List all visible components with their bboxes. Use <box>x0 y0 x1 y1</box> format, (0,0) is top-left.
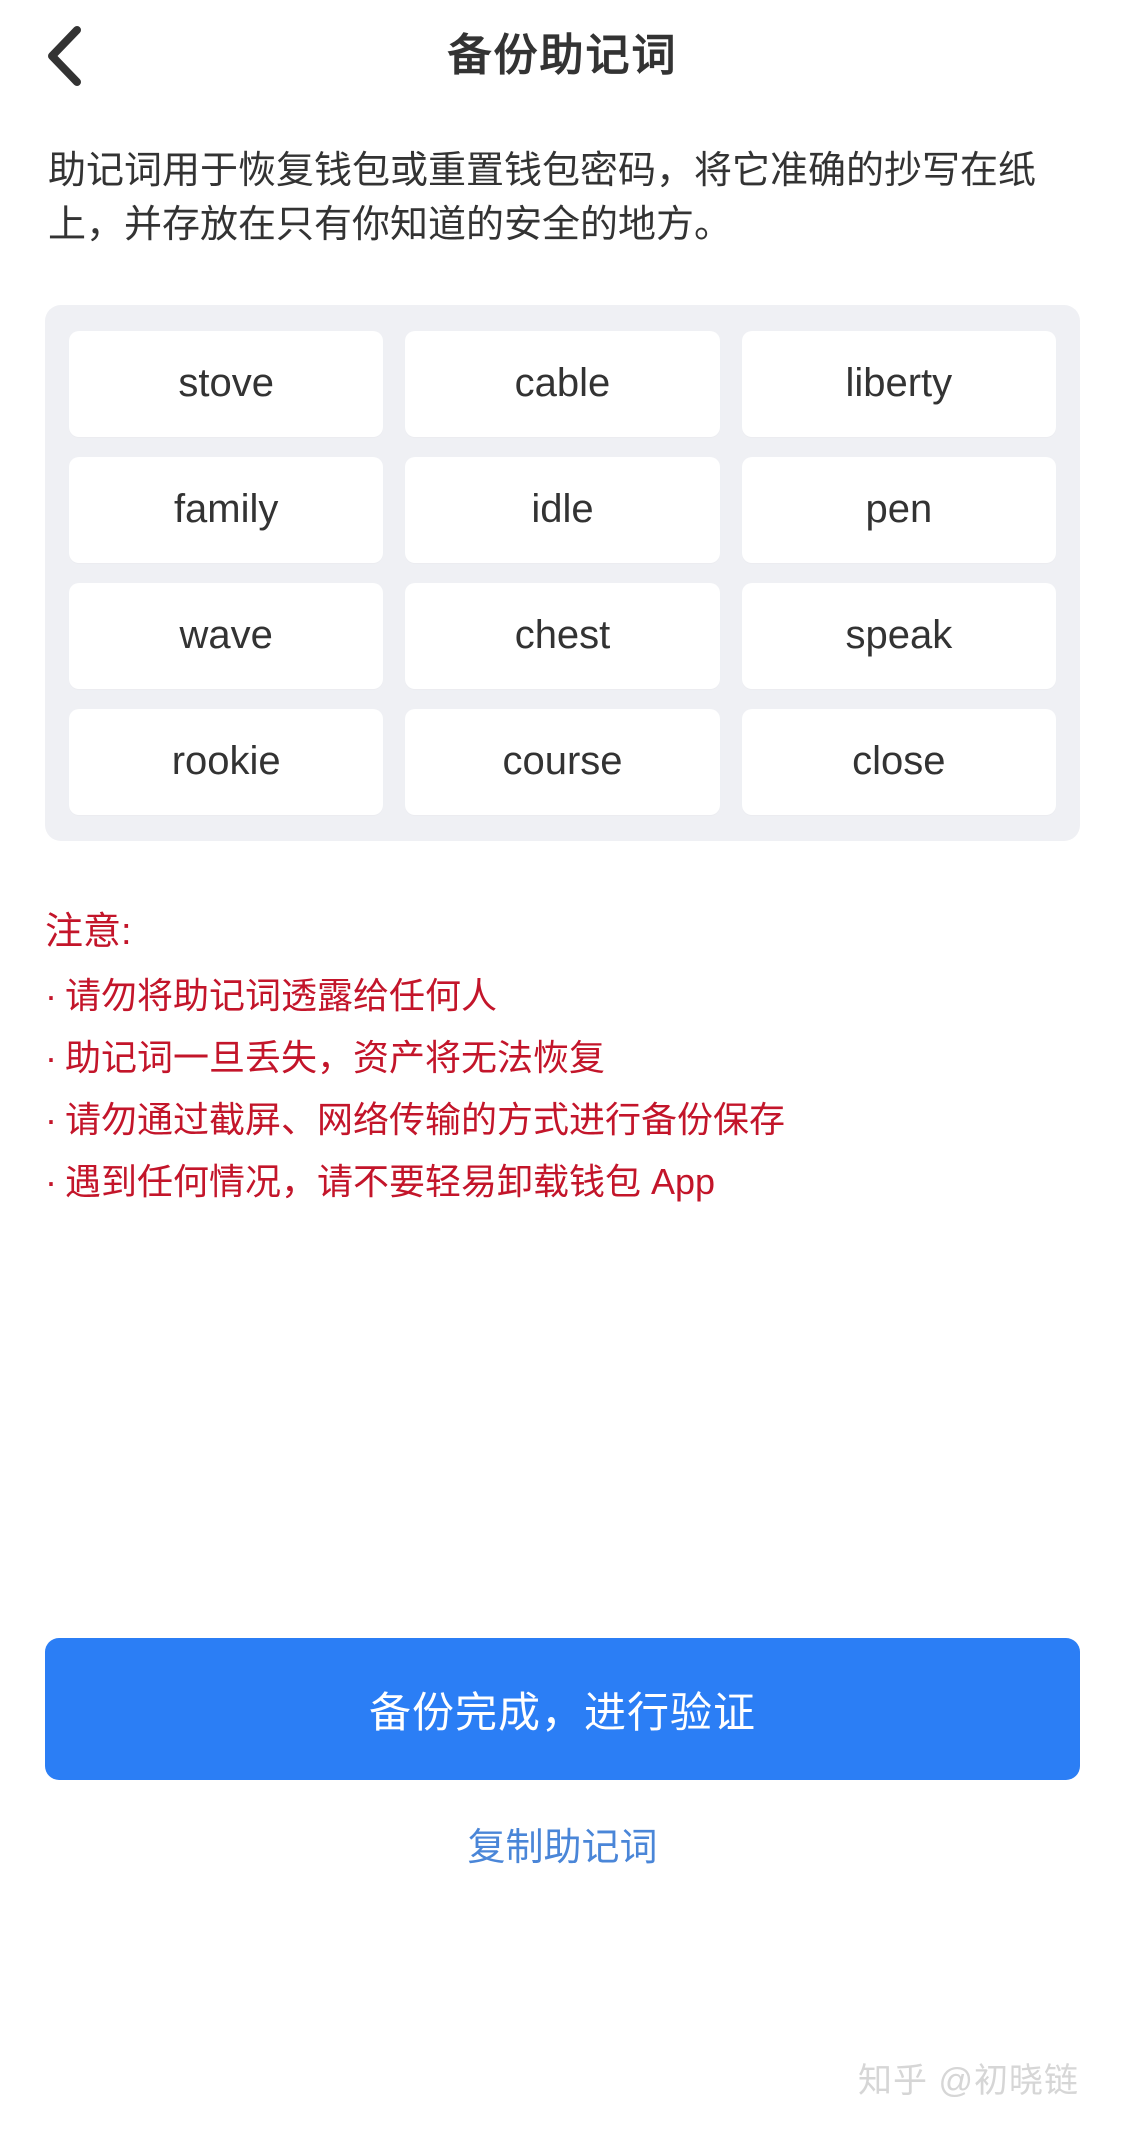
mnemonic-word: speak <box>741 582 1056 689</box>
mnemonic-word: close <box>741 708 1056 815</box>
bullet-icon: · <box>45 1037 57 1079</box>
mnemonic-word: idle <box>405 456 720 563</box>
page-title: 备份助记词 <box>447 31 678 80</box>
mnemonic-word: liberty <box>741 330 1056 437</box>
warning-item-text: 遇到任何情况，请不要轻易卸载钱包 App <box>65 1161 716 1203</box>
warning-item: · 请勿通过截屏、网络传输的方式进行备份保存 <box>45 1102 1080 1138</box>
chevron-left-icon <box>44 25 84 87</box>
description-text: 助记词用于恢复钱包或重置钱包密码，将它准确的抄写在纸上，并存放在只有你知道的安全… <box>48 150 1037 246</box>
watermark: 知乎 @初晓链 <box>858 2062 1079 2100</box>
warning-item-text: 请勿通过截屏、网络传输的方式进行备份保存 <box>65 1099 786 1141</box>
warning-item: · 请勿将助记词透露给任何人 <box>45 978 1080 1014</box>
warning-item-text: 助记词一旦丢失，资产将无法恢复 <box>65 1037 606 1079</box>
app-header: 备份助记词 <box>0 0 1125 112</box>
warning-section: 注意: · 请勿将助记词透露给任何人 · 助记词一旦丢失，资产将无法恢复 · 请… <box>45 909 1080 1201</box>
mnemonic-word: rookie <box>69 708 384 815</box>
mnemonic-word: stove <box>69 330 384 437</box>
mnemonic-grid: stove cable liberty family idle pen wave… <box>45 304 1080 841</box>
bullet-icon: · <box>45 1099 57 1141</box>
mnemonic-word: wave <box>69 582 384 689</box>
warning-list: · 请勿将助记词透露给任何人 · 助记词一旦丢失，资产将无法恢复 · 请勿通过截… <box>45 978 1080 1200</box>
mnemonic-word: family <box>69 456 384 563</box>
warning-item: · 遇到任何情况，请不要轻易卸载钱包 App <box>45 1164 1080 1200</box>
warning-title: 注意: <box>45 910 132 953</box>
bullet-icon: · <box>45 1161 57 1203</box>
copy-mnemonic-link[interactable]: 复制助记词 <box>0 1816 1125 1871</box>
mnemonic-word: chest <box>405 582 720 689</box>
back-button[interactable] <box>28 20 100 92</box>
mnemonic-word: course <box>405 708 720 815</box>
verify-backup-button[interactable]: 备份完成，进行验证 <box>45 1638 1080 1780</box>
warning-item: · 助记词一旦丢失，资产将无法恢复 <box>45 1040 1080 1076</box>
warning-item-text: 请勿将助记词透露给任何人 <box>65 975 498 1017</box>
mnemonic-word: cable <box>405 330 720 437</box>
mnemonic-word: pen <box>741 456 1056 563</box>
bullet-icon: · <box>45 975 57 1017</box>
action-area: 备份完成，进行验证 复制助记词 <box>0 1638 1125 1871</box>
